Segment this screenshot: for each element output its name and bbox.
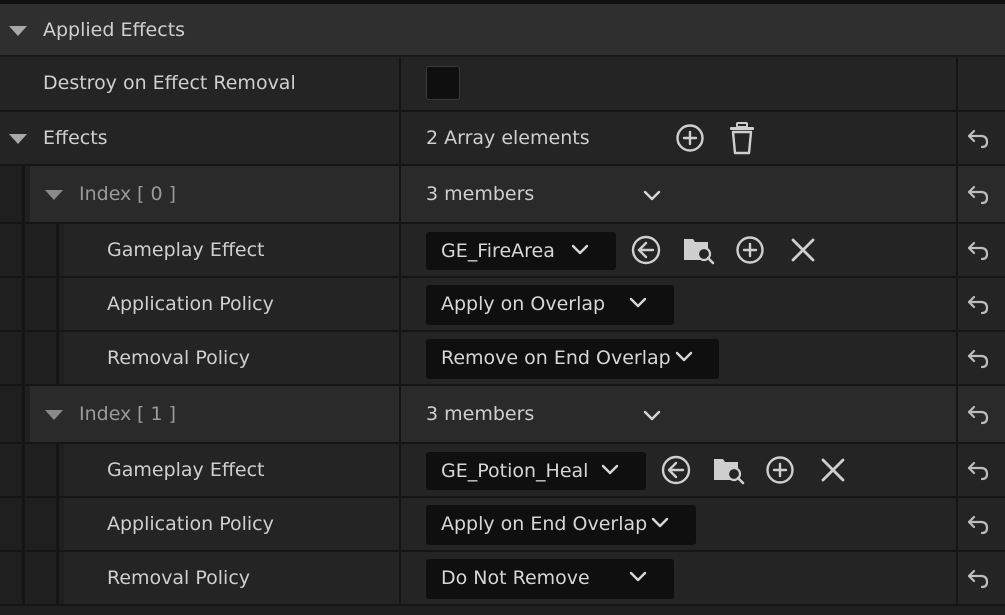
destroy-on-effect-removal-checkbox[interactable] xyxy=(426,66,460,100)
chevron-down-icon xyxy=(601,464,619,475)
chevron-down-icon xyxy=(571,244,589,255)
removal-policy-value: Do Not Remove xyxy=(441,567,590,589)
chevron-down-icon xyxy=(675,351,693,362)
bottom-strip xyxy=(0,606,1005,615)
add-icon[interactable] xyxy=(735,235,767,267)
gameplay-effect-value: GE_Potion_Heal xyxy=(441,460,589,482)
members-count: 3 members xyxy=(426,403,535,425)
application-policy-dropdown[interactable]: Apply on Overlap xyxy=(426,285,674,325)
gameplay-effect-row-0: Gameplay Effect GE_FireArea xyxy=(0,224,1005,278)
collapse-triangle-icon[interactable] xyxy=(45,410,63,421)
application-policy-label: Application Policy xyxy=(107,513,274,535)
application-policy-value: Apply on Overlap xyxy=(441,293,606,315)
index-value: [ 0 ] xyxy=(137,183,176,205)
clear-icon[interactable] xyxy=(789,236,817,264)
application-policy-row-0: Application Policy Apply on Overlap xyxy=(0,278,1005,332)
destroy-on-effect-removal-label: Destroy on Effect Removal xyxy=(43,72,296,94)
reset-to-default-icon[interactable] xyxy=(966,347,992,371)
clear-icon[interactable] xyxy=(819,456,847,484)
reset-to-default-icon[interactable] xyxy=(966,293,992,317)
chevron-down-icon xyxy=(629,571,647,582)
effects-array-summary: 2 Array elements xyxy=(426,127,590,149)
reset-to-default-icon[interactable] xyxy=(966,183,992,207)
index-value: [ 1 ] xyxy=(137,403,176,425)
reset-to-default-icon[interactable] xyxy=(966,403,992,427)
gameplay-effect-value: GE_FireArea xyxy=(441,240,555,262)
reset-to-default-icon[interactable] xyxy=(966,459,992,483)
removal-policy-dropdown[interactable]: Do Not Remove xyxy=(426,559,674,599)
index-label: Index xyxy=(79,183,132,205)
section-header-applied-effects[interactable]: Applied Effects xyxy=(0,4,1005,56)
collapse-triangle-icon[interactable] xyxy=(45,190,63,201)
effects-row: Effects 2 Array elements xyxy=(0,112,1005,166)
removal-policy-label: Removal Policy xyxy=(107,347,251,369)
browse-asset-icon[interactable] xyxy=(682,233,716,267)
removal-policy-label: Removal Policy xyxy=(107,567,251,589)
gameplay-effect-dropdown[interactable]: GE_FireArea xyxy=(426,232,616,270)
section-title: Applied Effects xyxy=(43,19,186,41)
collapse-triangle-icon[interactable] xyxy=(9,26,27,37)
use-selected-asset-icon[interactable] xyxy=(660,454,692,486)
reset-to-default-icon[interactable] xyxy=(966,127,992,151)
reset-to-default-icon[interactable] xyxy=(966,513,992,537)
add-element-icon[interactable] xyxy=(675,123,707,155)
reset-to-default-icon[interactable] xyxy=(966,567,992,591)
use-selected-asset-icon[interactable] xyxy=(630,234,662,266)
delete-all-icon[interactable] xyxy=(727,122,757,156)
application-policy-value: Apply on End Overlap xyxy=(441,513,648,535)
chevron-down-icon[interactable] xyxy=(643,189,661,202)
index-label: Index xyxy=(79,403,132,425)
index-0-row: Index [ 0 ] 3 members xyxy=(0,166,1005,224)
gameplay-effect-row-1: Gameplay Effect GE_Potion_Heal xyxy=(0,444,1005,498)
chevron-down-icon[interactable] xyxy=(643,409,661,422)
reset-to-default-icon[interactable] xyxy=(966,239,992,263)
application-policy-dropdown[interactable]: Apply on End Overlap xyxy=(426,505,696,545)
destroy-on-effect-removal-row: Destroy on Effect Removal xyxy=(0,57,1005,112)
gameplay-effect-label: Gameplay Effect xyxy=(107,459,265,481)
browse-asset-icon[interactable] xyxy=(712,453,746,487)
gameplay-effect-label: Gameplay Effect xyxy=(107,239,265,261)
collapse-triangle-icon[interactable] xyxy=(9,134,27,145)
removal-policy-row-0: Removal Policy Remove on End Overlap xyxy=(0,332,1005,386)
members-count: 3 members xyxy=(426,183,535,205)
chevron-down-icon xyxy=(651,517,669,528)
removal-policy-value: Remove on End Overlap xyxy=(441,347,671,369)
removal-policy-row-1: Removal Policy Do Not Remove xyxy=(0,552,1005,606)
removal-policy-dropdown[interactable]: Remove on End Overlap xyxy=(426,339,719,379)
effects-label: Effects xyxy=(43,127,108,149)
index-1-row: Index [ 1 ] 3 members xyxy=(0,386,1005,444)
application-policy-label: Application Policy xyxy=(107,293,274,315)
add-icon[interactable] xyxy=(765,455,797,487)
gameplay-effect-dropdown[interactable]: GE_Potion_Heal xyxy=(426,452,646,490)
application-policy-row-1: Application Policy Apply on End Overlap xyxy=(0,498,1005,552)
chevron-down-icon xyxy=(629,297,647,308)
